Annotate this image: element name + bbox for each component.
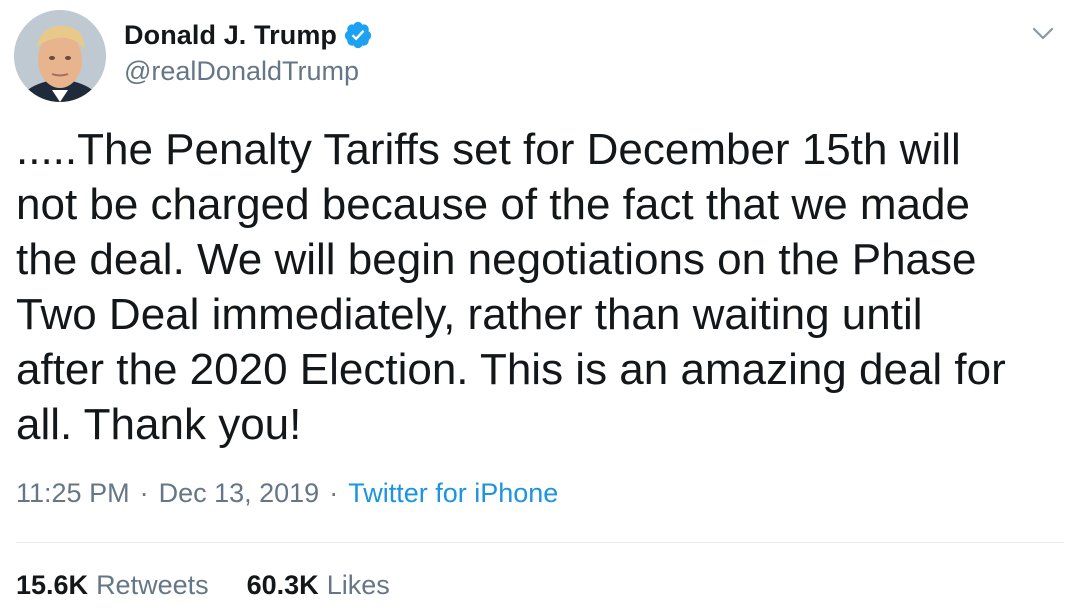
tweet-menu-button[interactable] [1028,22,1058,46]
likes-count: 60.3K [246,570,319,600]
author-block: Donald J. Trump @realDonaldTrump [124,14,373,87]
tweet-date[interactable]: Dec 13, 2019 [159,478,320,509]
profile-photo-icon [14,10,106,102]
meta-separator: · [329,478,339,508]
tweet-source-link[interactable]: Twitter for iPhone [348,478,558,509]
likes-label: Likes [326,570,390,600]
tweet-meta: 11:25 PM · Dec 13, 2019 · Twitter for iP… [16,478,558,509]
retweets-label: Retweets [96,570,209,600]
retweets-stat[interactable]: 15.6K Retweets [16,570,209,601]
retweets-count: 15.6K [16,570,89,600]
tweet-text: .....The Penalty Tariffs set for Decembe… [16,125,1006,449]
verified-badge-icon [343,20,373,50]
name-row: Donald J. Trump [124,14,373,56]
divider [16,542,1064,543]
avatar[interactable] [14,10,106,102]
likes-stat[interactable]: 60.3K Likes [247,570,390,601]
meta-separator: · [139,478,149,508]
tweet-card: Donald J. Trump @realDonaldTrump .....Th… [0,0,1080,610]
chevron-down-icon [1032,27,1054,40]
display-name[interactable]: Donald J. Trump [124,20,337,51]
author-handle[interactable]: @realDonaldTrump [124,56,373,87]
tweet-stats: 15.6K Retweets 60.3K Likes [16,570,428,601]
tweet-time[interactable]: 11:25 PM [16,478,130,509]
